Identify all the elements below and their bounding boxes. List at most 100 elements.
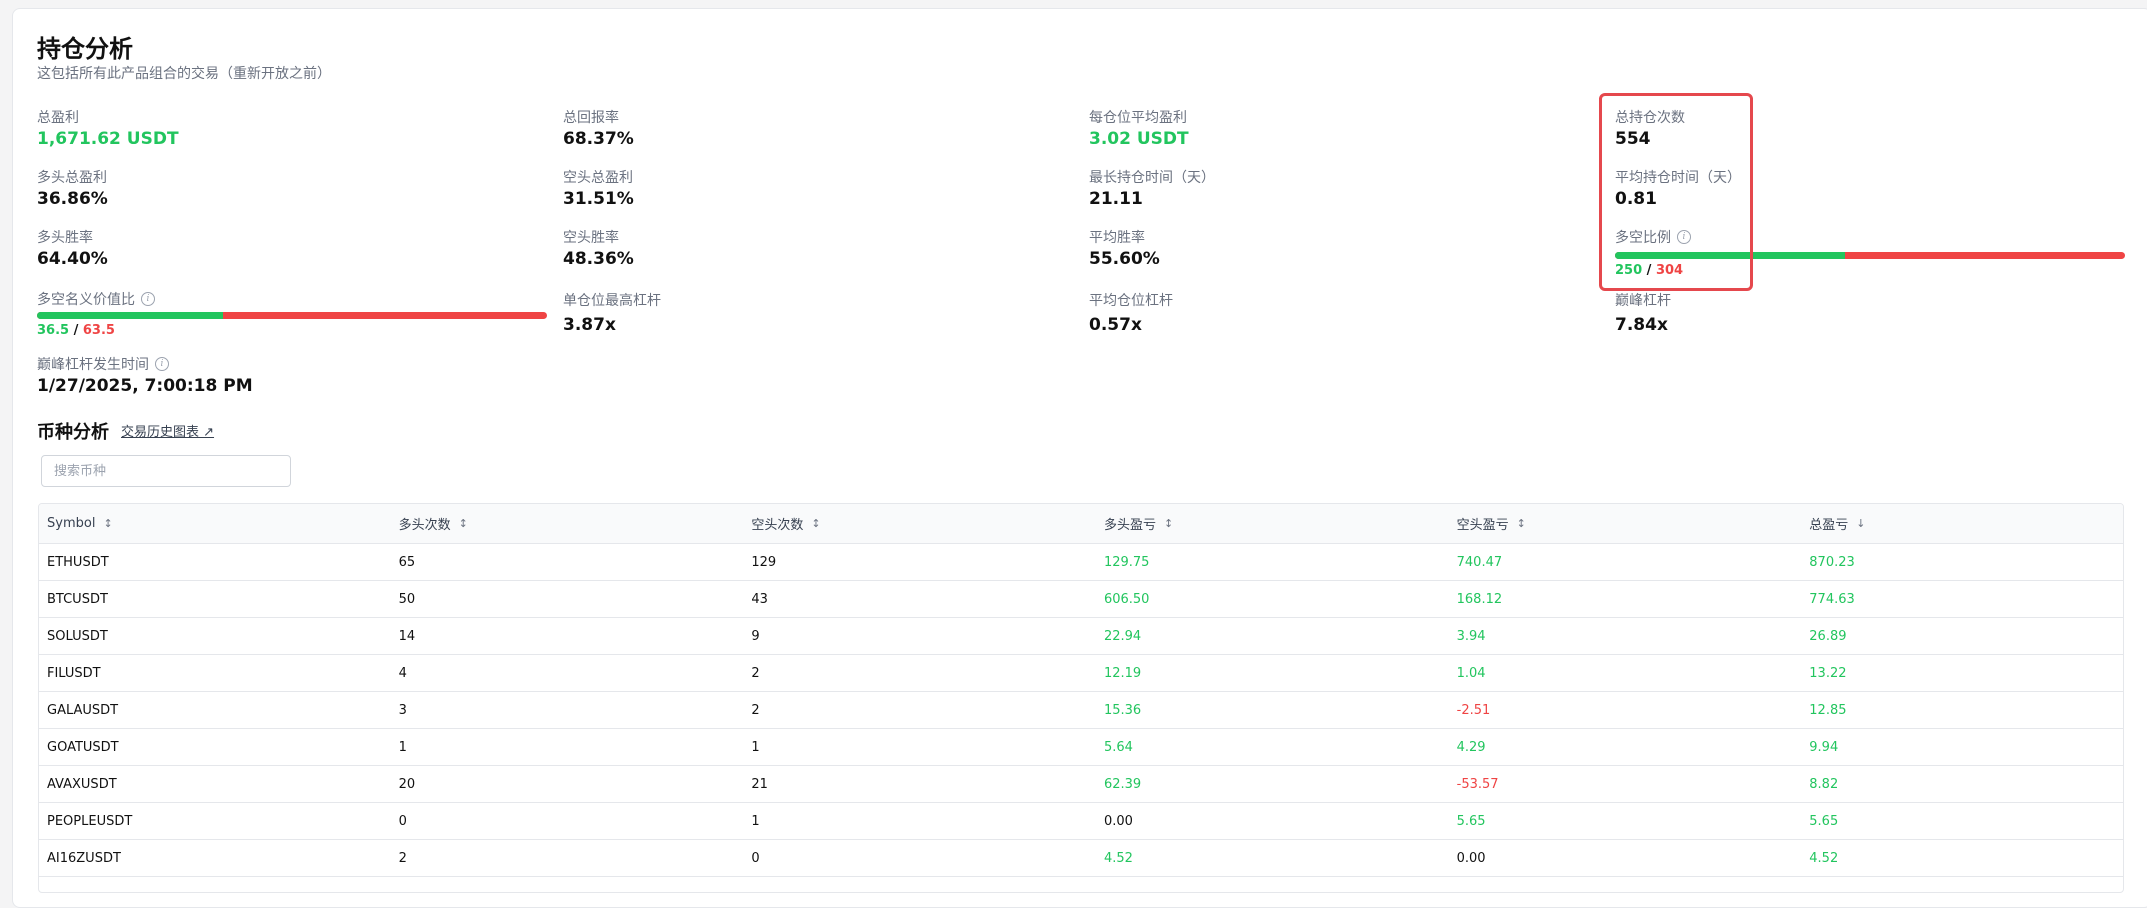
table-cell: 43 — [751, 591, 768, 607]
info-icon[interactable]: i — [155, 357, 169, 371]
symbol-cell: BTCUSDT — [47, 591, 108, 607]
stat-label: 空头胜率 — [563, 230, 619, 246]
stat-total-pnl: 总盈利 1,671.62 USDT — [37, 108, 179, 149]
column-header-long-pnl[interactable]: 多头盈亏 ↕ — [1096, 514, 1449, 533]
stat-avg-pnl-per-position: 每仓位平均盈利 3.02 USDT — [1089, 108, 1189, 149]
table-cell: 22.94 — [1103, 628, 1142, 644]
table-cell: 1 — [751, 739, 760, 755]
column-header-short-count[interactable]: 空头次数 ↕ — [743, 514, 1096, 533]
sort-icon[interactable]: ↕ — [103, 517, 112, 530]
table-cell: 8.82 — [1809, 776, 1839, 792]
table-cell: 20 — [398, 776, 416, 792]
sort-icon[interactable]: ↕ — [811, 517, 820, 530]
table-row[interactable]: FILUSDT 4 2 12.19 1.04 13.22 — [39, 655, 2123, 692]
sort-icon[interactable]: ↕ — [459, 517, 468, 530]
sort-icon[interactable]: ↕ — [1164, 517, 1173, 530]
table-row[interactable]: GALAUSDT 3 2 15.36 -2.51 12.85 — [39, 692, 2123, 729]
table-cell: 15.36 — [1103, 702, 1142, 718]
stat-value: 64.40% — [37, 249, 108, 269]
table-cell: 21 — [751, 776, 768, 792]
table-row[interactable]: AI16ZUSDT 2 0 4.52 0.00 4.52 — [39, 840, 2123, 877]
table-row[interactable]: BTCUSDT 50 43 606.50 168.12 774.63 — [39, 581, 2123, 618]
table-cell: 1 — [751, 813, 760, 829]
table-cell: -53.57 — [1456, 776, 1499, 792]
notional-ratio-bar — [37, 312, 547, 319]
table-cell: 870.23 — [1809, 554, 1855, 570]
stat-value: 21.11 — [1089, 189, 1143, 209]
table-row[interactable]: SOLUSDT 14 9 22.94 3.94 26.89 — [39, 618, 2123, 655]
table-cell: 0.00 — [1456, 850, 1486, 866]
table-cell: 3 — [398, 702, 407, 718]
table-cell: 13.22 — [1809, 665, 1847, 681]
symbol-cell: ETHUSDT — [47, 554, 109, 570]
stat-label: 巅峰杠杆 — [1615, 293, 1671, 309]
table-cell: 2 — [398, 850, 407, 866]
symbol-cell: AVAXUSDT — [47, 776, 117, 792]
stat-label: 总盈利 — [37, 110, 79, 126]
stat-value: 48.36% — [563, 249, 634, 269]
symbol-cell: GALAUSDT — [47, 702, 119, 718]
stat-long-total-pnl: 多头总盈利 36.86% — [37, 168, 108, 209]
sort-desc-icon[interactable]: ↓ — [1856, 517, 1865, 530]
stat-label: 每仓位平均盈利 — [1089, 110, 1187, 126]
table-cell: 4.52 — [1809, 850, 1839, 866]
table-cell: 12.85 — [1809, 702, 1847, 718]
column-header-short-pnl[interactable]: 空头盈亏 ↕ — [1449, 514, 1802, 533]
stat-value: 7.84x — [1615, 315, 1668, 335]
stat-label: 平均胜率 — [1089, 230, 1145, 246]
table-cell: 168.12 — [1456, 591, 1503, 607]
stat-total-return: 总回报率 68.37% — [563, 108, 634, 149]
page-subtitle: 这包括所有此产品组合的交易（重新开放之前） — [37, 66, 331, 82]
table-row[interactable]: PEOPLEUSDT 0 1 0.00 5.65 5.65 — [39, 803, 2123, 840]
table-body: ETHUSDT 65 129 129.75 740.47 870.23 BTCUSDT 50 4… — [39, 544, 2123, 877]
stat-max-leverage-single: 单仓位最高杠杆 3.87x — [563, 291, 661, 335]
table-row[interactable]: AVAXUSDT 20 21 62.39 -53.57 8.82 — [39, 766, 2123, 803]
ratio-separator: / — [73, 323, 79, 338]
column-label: Symbol — [47, 516, 96, 531]
table-row[interactable]: GOATUSDT 1 1 5.64 4.29 9.94 — [39, 729, 2123, 766]
stat-value: 3.87x — [563, 315, 616, 335]
column-label: 多头盈亏 — [1103, 518, 1156, 533]
table-cell: 62.39 — [1103, 776, 1142, 792]
stat-peak-leverage-time: 巅峰杠杆发生时间 i 1/27/2025, 7:00:18 PM — [37, 355, 253, 396]
info-icon[interactable]: i — [141, 292, 155, 306]
table-cell: 4 — [398, 665, 407, 681]
stat-label: 单仓位最高杠杆 — [563, 293, 661, 309]
stat-value: 55.60% — [1089, 249, 1160, 269]
table-cell: 50 — [398, 591, 416, 607]
table-cell: 9 — [751, 628, 760, 644]
table-cell: 740.47 — [1456, 554, 1503, 570]
table-cell: 5.65 — [1809, 813, 1839, 829]
table-cell: 12.19 — [1103, 665, 1142, 681]
stat-long-win-rate: 多头胜率 64.40% — [37, 228, 108, 269]
page-title: 持仓分析 — [37, 35, 133, 63]
stat-value: 1/27/2025, 7:00:18 PM — [37, 376, 253, 396]
table-cell: 129.75 — [1103, 554, 1150, 570]
column-header-total-pnl[interactable]: 总盈亏 ↓ — [1801, 514, 2123, 533]
stat-label: 多头胜率 — [37, 230, 93, 246]
short-notional: 63.5 — [82, 323, 115, 338]
table-cell: 4.29 — [1456, 739, 1486, 755]
table-cell: 9.94 — [1809, 739, 1839, 755]
table-cell: 14 — [398, 628, 416, 644]
highlight-box — [1599, 93, 1753, 291]
ratio-text: 36.5 / 63.5 — [37, 323, 547, 338]
table-cell: 5.64 — [1103, 739, 1133, 755]
sort-icon[interactable]: ↕ — [1517, 517, 1526, 530]
stat-label: 巅峰杠杆发生时间 — [37, 357, 149, 373]
symbol-cell: PEOPLEUSDT — [47, 813, 133, 829]
stat-label: 平均仓位杠杆 — [1089, 293, 1173, 309]
table-cell: 2 — [751, 702, 760, 718]
column-header-long-count[interactable]: 多头次数 ↕ — [391, 514, 744, 533]
table-row[interactable]: ETHUSDT 65 129 129.75 740.47 870.23 — [39, 544, 2123, 581]
stat-short-win-rate: 空头胜率 48.36% — [563, 228, 634, 269]
table-cell: 774.63 — [1809, 591, 1855, 607]
column-label: 空头盈亏 — [1456, 518, 1509, 533]
column-header-symbol[interactable]: Symbol ↕ — [39, 516, 391, 531]
stat-value: 36.86% — [37, 189, 108, 209]
symbol-cell: AI16ZUSDT — [47, 850, 121, 866]
stat-label: 多头总盈利 — [37, 170, 107, 186]
trade-history-chart-link[interactable]: 交易历史图表 ↗ — [121, 421, 214, 440]
search-coin-input[interactable] — [41, 455, 291, 487]
column-label: 总盈亏 — [1809, 518, 1849, 533]
